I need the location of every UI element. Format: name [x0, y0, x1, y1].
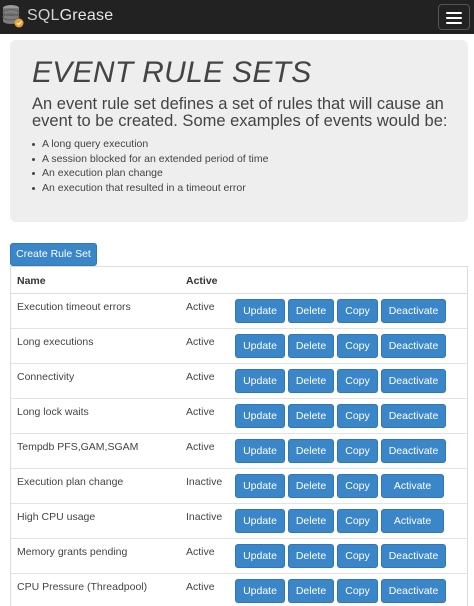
- update-button[interactable]: Update: [235, 404, 285, 428]
- rule-set-name: Execution plan change: [17, 476, 124, 488]
- create-rule-set-button[interactable]: Create Rule Set: [10, 243, 97, 266]
- rule-set-status: Active: [186, 301, 215, 313]
- rule-set-status: Active: [186, 406, 215, 418]
- rule-set-status: Active: [186, 441, 215, 453]
- intro-panel: EVENT RULE SETS An event rule set define…: [10, 40, 468, 222]
- table-row: Long lock waits Active Update Delete Copy Dea…: [11, 399, 467, 434]
- copy-button[interactable]: Copy: [337, 439, 378, 463]
- table-header: Name Active: [11, 267, 467, 294]
- update-button[interactable]: Update: [235, 579, 285, 603]
- update-button[interactable]: Update: [235, 369, 285, 393]
- delete-button[interactable]: Delete: [288, 474, 334, 498]
- update-button[interactable]: Update: [235, 334, 285, 358]
- delete-button[interactable]: Delete: [288, 334, 334, 358]
- rule-set-status: Inactive: [186, 476, 223, 488]
- table-row: Memory grants pending Active Update Delete C…: [11, 539, 467, 574]
- navbar: SQLGrease: [0, 0, 474, 34]
- update-button[interactable]: Update: [235, 544, 285, 568]
- rule-set-status: Active: [186, 371, 215, 383]
- examples-list: A long query execution A session blocked…: [32, 137, 268, 195]
- list-item: A session blocked for an extended period…: [32, 152, 268, 167]
- activate-button[interactable]: Activate: [381, 474, 444, 498]
- rule-set-name: Long executions: [17, 336, 94, 348]
- brand-logo-link[interactable]: SQLGrease: [2, 3, 113, 29]
- rule-set-status: Active: [186, 581, 215, 593]
- delete-button[interactable]: Delete: [288, 369, 334, 393]
- list-item: A long query execution: [32, 137, 268, 152]
- hamburger-icon: [446, 12, 462, 14]
- rule-sets-table: Name Active Execution timeout errors Acti…: [10, 266, 468, 606]
- rule-set-name: CPU Pressure (Threadpool): [17, 581, 148, 593]
- copy-button[interactable]: Copy: [337, 404, 378, 428]
- update-button[interactable]: Update: [235, 509, 285, 533]
- rule-set-name: Memory grants pending: [17, 546, 128, 558]
- delete-button[interactable]: Delete: [288, 579, 334, 603]
- rule-set-status: Active: [186, 336, 215, 348]
- table-row: Long executions Active Update Delete Copy Dea…: [11, 329, 467, 364]
- copy-button[interactable]: Copy: [337, 579, 378, 603]
- copy-button[interactable]: Copy: [337, 299, 378, 323]
- rule-set-status: Active: [186, 546, 215, 558]
- copy-button[interactable]: Copy: [337, 369, 378, 393]
- deactivate-button[interactable]: Deactivate: [381, 369, 446, 393]
- deactivate-button[interactable]: Deactivate: [381, 299, 446, 323]
- activate-button[interactable]: Activate: [381, 509, 444, 533]
- page-title: EVENT RULE SETS: [32, 56, 312, 89]
- copy-button[interactable]: Copy: [337, 334, 378, 358]
- rule-set-name: Long lock waits: [17, 406, 89, 418]
- copy-button[interactable]: Copy: [337, 509, 378, 533]
- copy-button[interactable]: Copy: [337, 544, 378, 568]
- rule-set-name: Tempdb PFS,GAM,SGAM: [17, 441, 139, 453]
- delete-button[interactable]: Delete: [288, 509, 334, 533]
- table-row: High CPU usage Inactive Update Delete Copy Ac…: [11, 504, 467, 539]
- rule-set-name: Connectivity: [17, 371, 75, 383]
- deactivate-button[interactable]: Deactivate: [381, 404, 446, 428]
- database-logo-icon: [2, 3, 24, 29]
- delete-button[interactable]: Delete: [288, 439, 334, 463]
- table-row: Execution timeout errors Active Update Dele…: [11, 294, 467, 329]
- table-row: CPU Pressure (Threadpool) Active Update Del…: [11, 574, 467, 606]
- delete-button[interactable]: Delete: [288, 544, 334, 568]
- deactivate-button[interactable]: Deactivate: [381, 544, 446, 568]
- update-button[interactable]: Update: [235, 299, 285, 323]
- table-row: Connectivity Active Update Delete Copy Deacti…: [11, 364, 467, 399]
- update-button[interactable]: Update: [235, 474, 285, 498]
- deactivate-button[interactable]: Deactivate: [381, 334, 446, 358]
- update-button[interactable]: Update: [235, 439, 285, 463]
- rule-set-name: High CPU usage: [17, 511, 96, 523]
- menu-toggle-button[interactable]: [438, 4, 470, 30]
- intro-lead: An event rule set defines a set of rules…: [32, 95, 448, 130]
- rule-set-name: Execution timeout errors: [17, 301, 131, 313]
- copy-button[interactable]: Copy: [337, 474, 378, 498]
- deactivate-button[interactable]: Deactivate: [381, 439, 446, 463]
- rule-set-status: Inactive: [186, 511, 223, 523]
- list-item: An execution plan change: [32, 166, 268, 181]
- table-row: Execution plan change Inactive Update Delet…: [11, 469, 467, 504]
- brand-name: SQLGrease: [27, 7, 114, 24]
- list-item: An execution that resulted in a timeout …: [32, 181, 268, 196]
- column-header-active: Active: [186, 275, 218, 287]
- table-row: Tempdb PFS,GAM,SGAM Active Update Delete Cop…: [11, 434, 467, 469]
- delete-button[interactable]: Delete: [288, 299, 334, 323]
- column-header-name: Name: [17, 275, 46, 287]
- deactivate-button[interactable]: Deactivate: [381, 579, 446, 603]
- delete-button[interactable]: Delete: [288, 404, 334, 428]
